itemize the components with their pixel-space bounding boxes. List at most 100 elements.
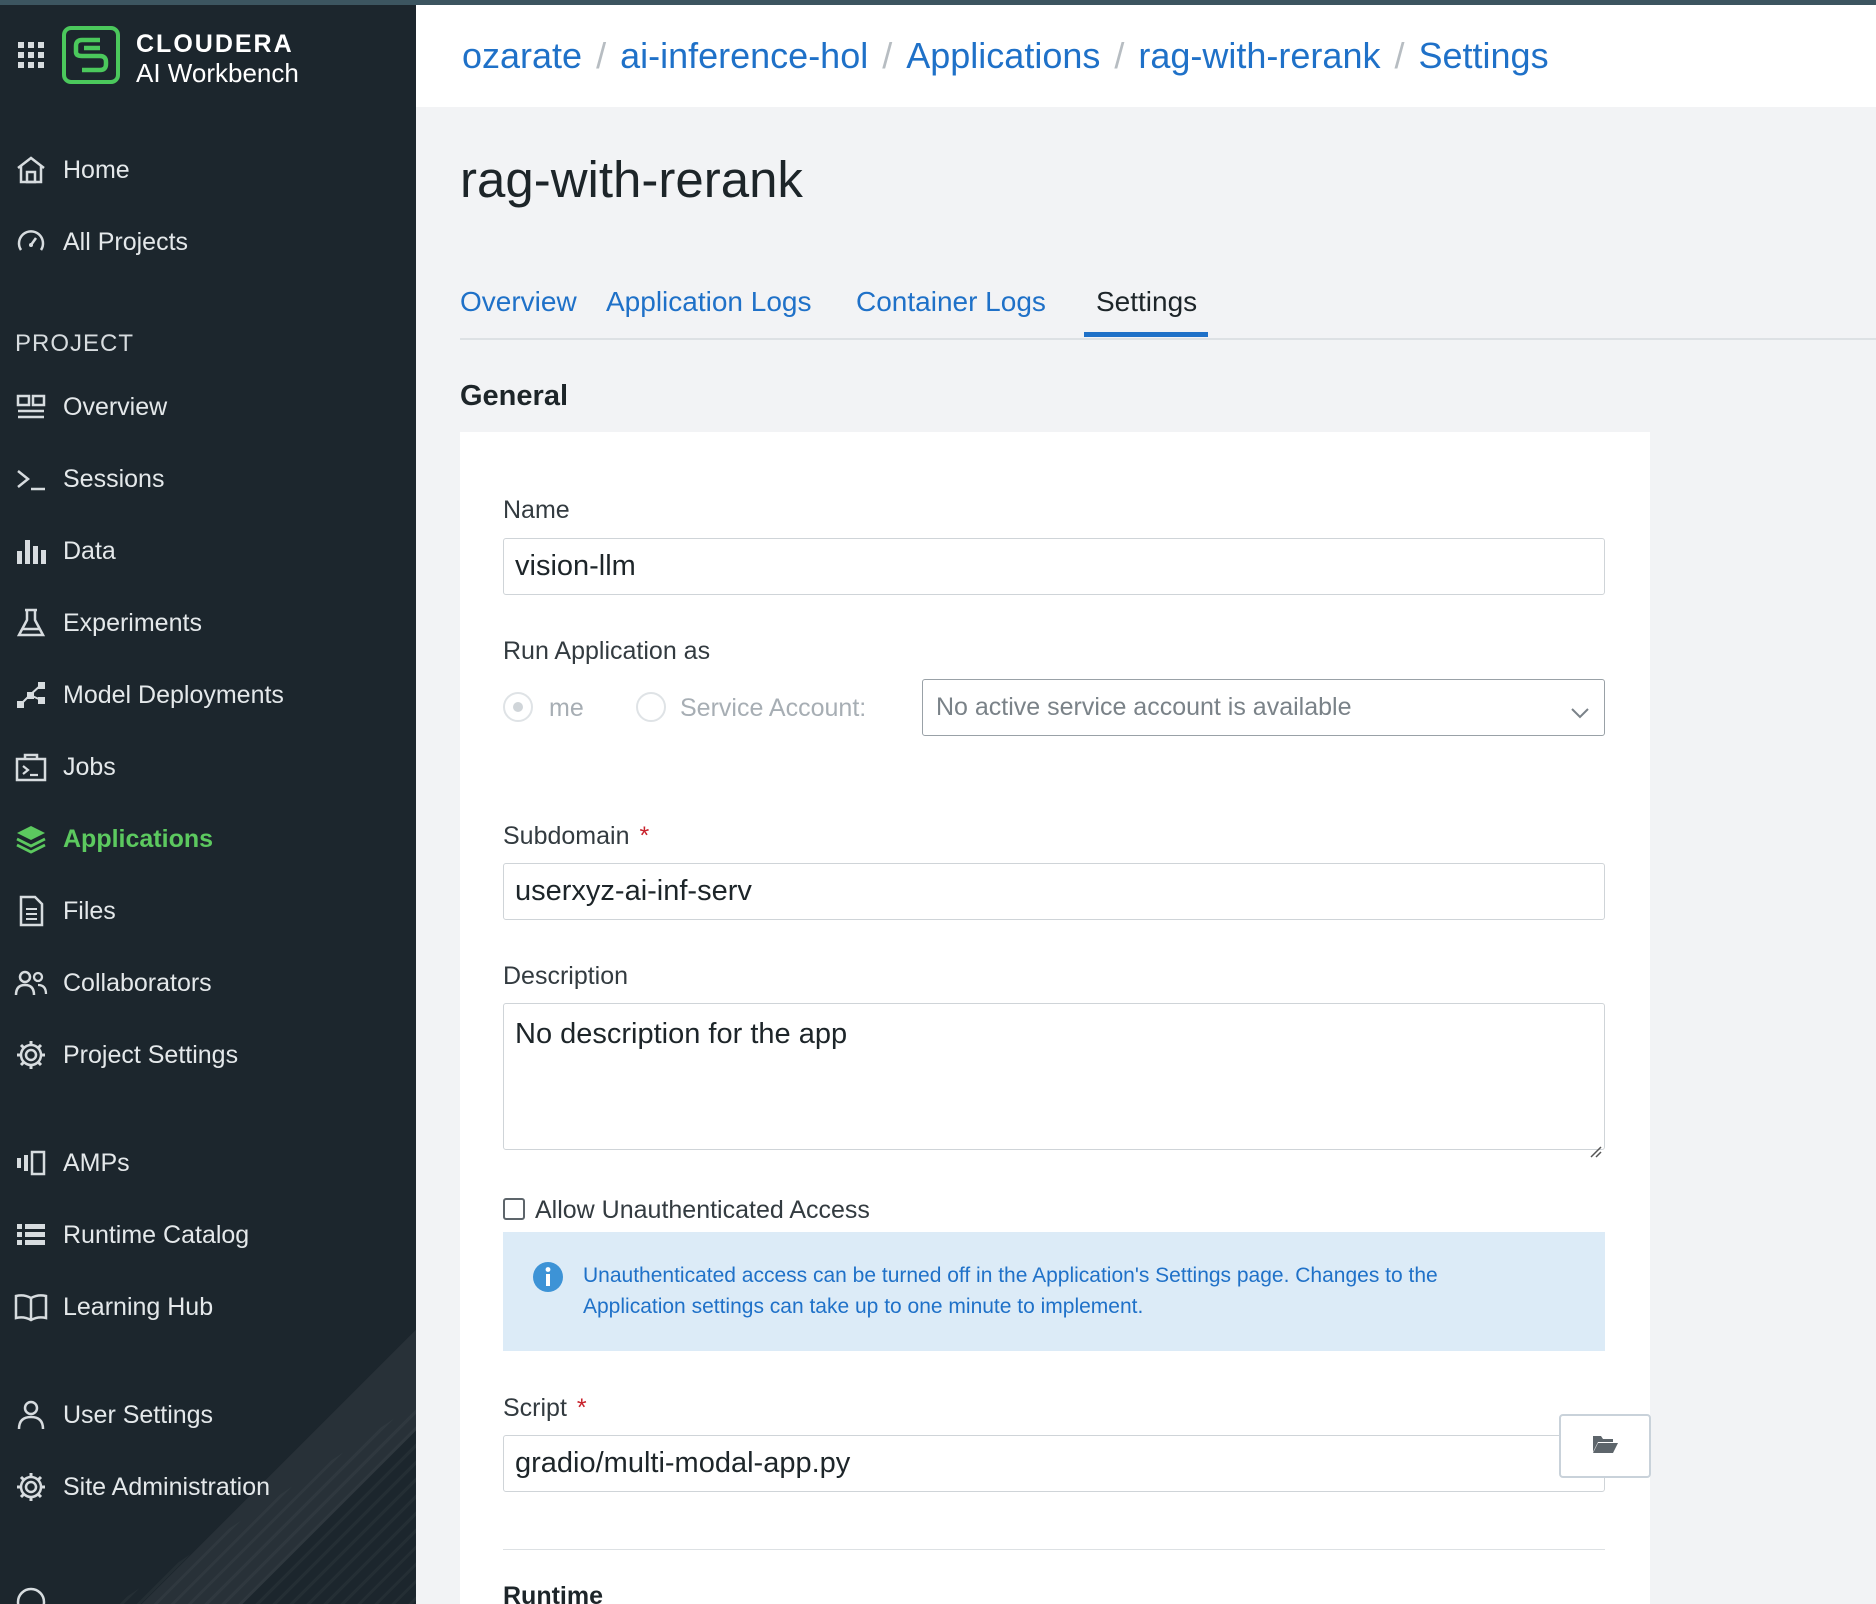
breadcrumb-separator: / [596, 35, 607, 76]
section-title-general: General [460, 380, 568, 412]
tab-container-logs[interactable]: Container Logs [856, 286, 1046, 318]
app-launcher-icon[interactable] [18, 42, 44, 68]
nav-jobs[interactable]: Jobs [0, 743, 416, 791]
nav-label: Data [63, 536, 116, 565]
breadcrumb-bar: ozarate / ai-inference-hol / Applications / ra… [416, 5, 1876, 107]
bar-chart-icon [14, 534, 48, 568]
run-as-me-label: me [549, 694, 584, 722]
nav-amps[interactable]: AMPs [0, 1139, 416, 1187]
name-input[interactable]: vision-llm [503, 538, 1605, 595]
home-icon [14, 153, 48, 187]
info-alert-text: Unauthenticated access can be turned off… [583, 1264, 1438, 1318]
user-icon [14, 1398, 48, 1432]
breadcrumb-application[interactable]: rag-with-rerank [1138, 35, 1380, 76]
nav-overview[interactable]: Overview [0, 383, 416, 431]
script-label-text: Script [503, 1394, 567, 1422]
info-alert: Unauthenticated access can be turned off… [503, 1232, 1605, 1351]
description-textarea[interactable]: No description for the app [503, 1003, 1605, 1158]
nav-label: User Settings [63, 1400, 214, 1429]
top-accent-line [0, 0, 1876, 5]
book-icon [14, 1290, 48, 1324]
section-divider [503, 1549, 1605, 1550]
info-icon [532, 1261, 564, 1293]
runtime-section-title: Runtime [503, 1582, 603, 1604]
page-title: rag-with-rerank [460, 151, 803, 208]
required-marker: * [576, 1394, 587, 1422]
tab-bar: Overview Application Logs Container Logs… [460, 282, 1876, 340]
nav-collaborators[interactable]: Collaborators [0, 959, 416, 1007]
script-label: Script * [503, 1394, 587, 1423]
run-as-label: Run Application as [503, 637, 711, 665]
service-account-select-value: No active service account is available [936, 693, 1352, 721]
script-input[interactable]: gradio/multi-modal-app.py [503, 1435, 1605, 1492]
allow-unauthenticated-checkbox[interactable] [503, 1198, 525, 1220]
nav-user-settings[interactable]: User Settings [0, 1391, 416, 1439]
description-label: Description [503, 962, 629, 990]
help-icon [14, 1585, 48, 1604]
nav-label: Sessions [63, 464, 165, 493]
nav-files[interactable]: Files [0, 887, 416, 935]
overview-icon [14, 390, 48, 424]
nav-label: Jobs [63, 752, 116, 781]
required-marker: * [639, 822, 650, 850]
nav-runtime-catalog[interactable]: Runtime Catalog [0, 1211, 416, 1259]
allow-unauthenticated-label[interactable]: Allow Unauthenticated Access [535, 1196, 870, 1225]
run-as-service-account-radio[interactable] [636, 692, 666, 722]
service-account-select[interactable]: No active service account is available [922, 679, 1605, 736]
tab-overview[interactable]: Overview [460, 286, 577, 318]
nav-model-deployments[interactable]: Model Deployments [0, 671, 416, 719]
breadcrumb-settings[interactable]: Settings [1418, 35, 1548, 76]
tab-application-logs[interactable]: Application Logs [606, 286, 811, 318]
nav-sessions[interactable]: Sessions [0, 455, 416, 503]
nav-label: AMPs [63, 1148, 130, 1177]
nav-label: Project Settings [63, 1040, 239, 1069]
main-content: ozarate / ai-inference-hol / Applications / ra… [416, 0, 1876, 1604]
brand-subtitle: AI Workbench [136, 58, 299, 88]
nav-label: Overview [63, 392, 168, 421]
breadcrumb-user[interactable]: ozarate [462, 35, 582, 76]
name-label: Name [503, 496, 570, 524]
subdomain-label-text: Subdomain [503, 822, 630, 850]
flask-icon [14, 606, 48, 640]
run-as-me-radio[interactable] [503, 692, 533, 722]
list-icon [14, 1218, 48, 1252]
nav-label: Collaborators [63, 968, 212, 997]
amps-icon [14, 1146, 48, 1180]
nav-label: Files [63, 896, 116, 925]
nav-label: Home [63, 155, 130, 184]
nav-help[interactable] [0, 1578, 416, 1604]
brand-name: CLOUDERA [136, 30, 294, 58]
gear-icon [14, 1470, 48, 1504]
gear-icon [14, 1038, 48, 1072]
jobs-icon [14, 750, 48, 784]
cloudera-logo[interactable] [62, 26, 120, 84]
breadcrumb: ozarate / ai-inference-hol / Applications / ra… [462, 35, 1549, 77]
gauge-icon [14, 225, 48, 259]
nav-learning-hub[interactable]: Learning Hub [0, 1283, 416, 1331]
layers-icon [14, 822, 48, 856]
browse-files-button[interactable] [1559, 1414, 1651, 1478]
breadcrumb-applications[interactable]: Applications [906, 35, 1100, 76]
nav-label: Model Deployments [63, 680, 284, 709]
nav-all-projects[interactable]: All Projects [0, 218, 416, 266]
nav-project-settings[interactable]: Project Settings [0, 1031, 416, 1079]
general-settings-card: Name vision-llm Run Application as me Se… [460, 432, 1651, 1604]
resize-handle-icon[interactable] [1588, 1133, 1602, 1158]
nav-label: Site Administration [63, 1472, 271, 1501]
nav-home[interactable]: Home [0, 146, 416, 194]
project-section-label: PROJECT [15, 330, 135, 357]
nav-label: Learning Hub [63, 1292, 214, 1321]
tab-settings[interactable]: Settings [1096, 286, 1197, 318]
breadcrumb-separator: / [1394, 35, 1405, 76]
terminal-icon [14, 462, 48, 496]
nav-applications[interactable]: Applications [0, 815, 416, 863]
nav-label: Applications [63, 824, 214, 853]
subdomain-input[interactable]: userxyz-ai-inf-serv [503, 863, 1605, 920]
chevron-down-icon [1570, 698, 1590, 727]
nav-site-administration[interactable]: Site Administration [0, 1463, 416, 1511]
breadcrumb-project[interactable]: ai-inference-hol [620, 35, 868, 76]
network-icon [14, 678, 48, 712]
nav-data[interactable]: Data [0, 527, 416, 575]
nav-experiments[interactable]: Experiments [0, 599, 416, 647]
active-tab-indicator [1084, 332, 1208, 337]
